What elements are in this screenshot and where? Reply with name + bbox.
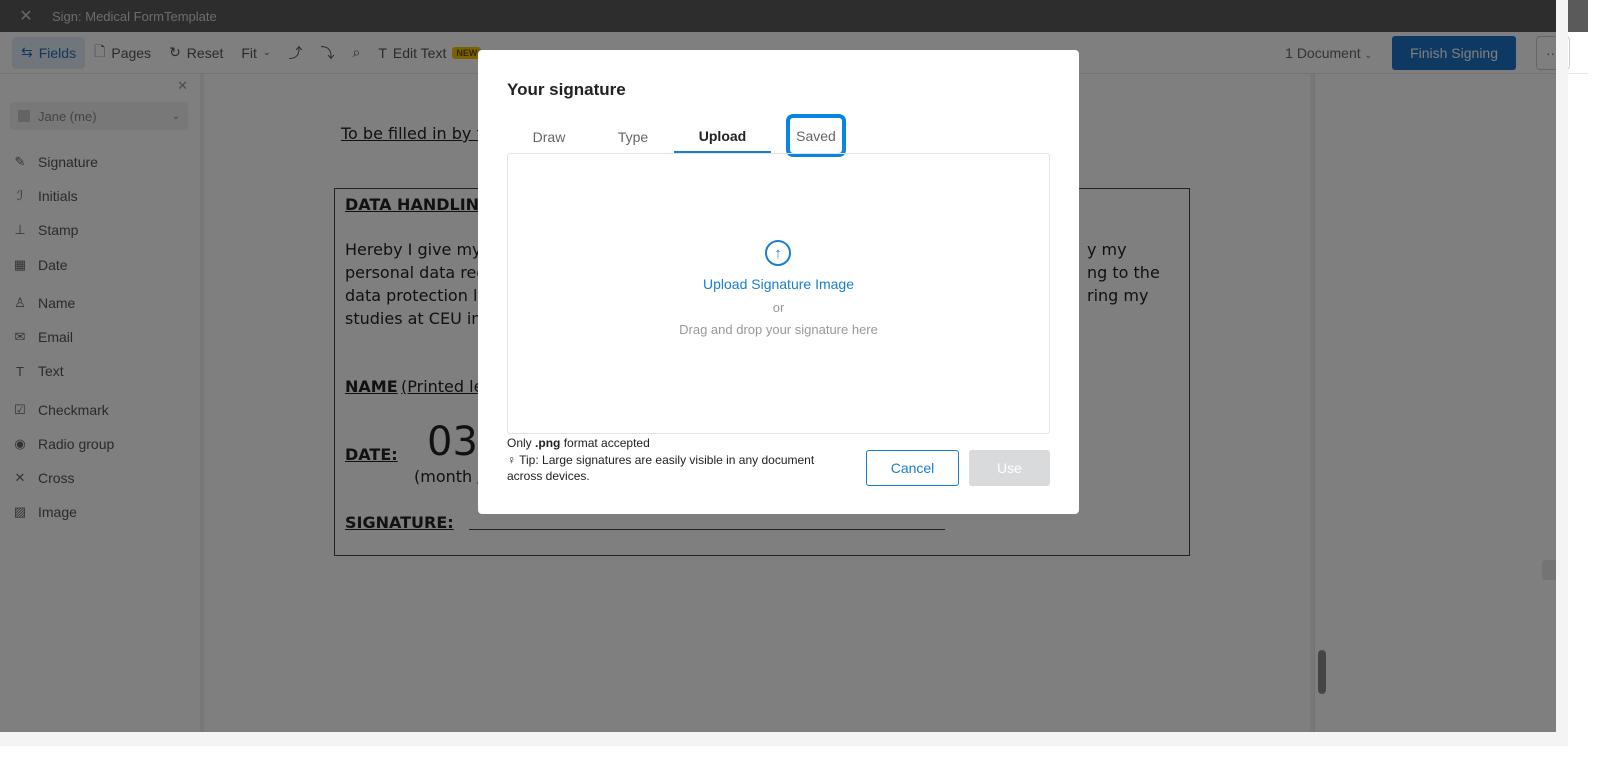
lightbulb-icon: ♀	[507, 453, 516, 467]
or-separator: or	[772, 300, 785, 315]
format-prefix: Only	[507, 436, 532, 450]
upload-arrow-icon[interactable]: ↑	[765, 240, 791, 266]
dialog-title: Your signature	[507, 80, 626, 99]
horizontal-scrollbar[interactable]	[0, 732, 1568, 746]
format-note: Only .png format accepted	[507, 436, 650, 450]
tip-text: Tip: Large signatures are easily visible…	[507, 453, 815, 483]
upload-signature-link[interactable]: Upload Signature Image	[508, 276, 1049, 292]
format-ext: .png	[535, 436, 561, 450]
tip-note: ♀ Tip: Large signatures are easily visib…	[507, 452, 837, 484]
drag-drop-hint: Drag and drop your signature here	[679, 322, 878, 337]
tab-draw[interactable]: Draw	[507, 120, 591, 153]
signature-drop-zone[interactable]: ↑ Upload Signature Image or Drag and dro…	[507, 153, 1050, 434]
format-suffix: format accepted	[563, 436, 650, 450]
tab-saved[interactable]: Saved	[786, 114, 846, 157]
signature-dialog: Your signature Draw Type Upload Saved ↑ …	[478, 50, 1079, 514]
cancel-button[interactable]: Cancel	[866, 450, 959, 486]
signature-tabs: Draw Type Upload Saved	[507, 114, 1050, 157]
vertical-scrollbar[interactable]	[1556, 0, 1568, 732]
tab-type[interactable]: Type	[591, 120, 675, 153]
tab-upload[interactable]: Upload	[674, 120, 771, 153]
use-button[interactable]: Use	[969, 450, 1050, 486]
